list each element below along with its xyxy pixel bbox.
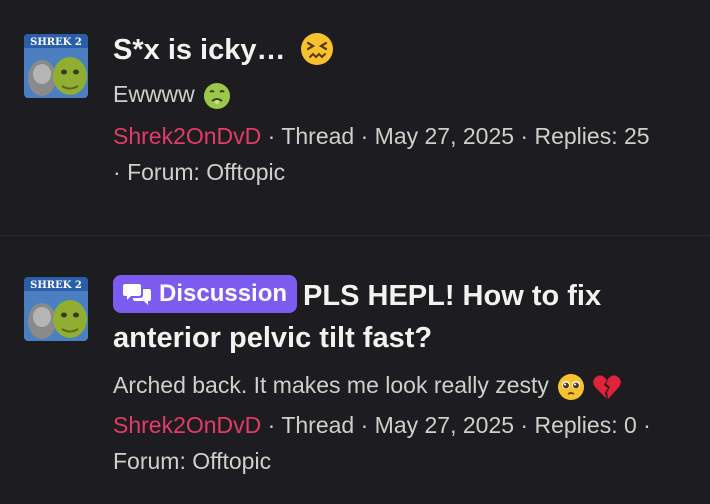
thread-title-text[interactable]: S*x is icky…	[113, 34, 286, 66]
confounded-face-icon	[300, 33, 333, 66]
meta-separator: ·	[360, 123, 369, 149]
reply-count: Replies: 25	[534, 123, 650, 149]
meta-separator: ·	[520, 412, 529, 438]
thread-title[interactable]: Discussion PLS HEPL! How to fix anterior…	[113, 275, 700, 359]
thread-snippet-text: Ewwww	[113, 81, 195, 107]
reply-count: Replies: 0	[534, 412, 637, 438]
meta-separator: ·	[267, 412, 276, 438]
meta-separator: ·	[267, 123, 276, 149]
thread-date: May 27, 2025	[374, 123, 515, 149]
meta-separator: ·	[360, 412, 369, 438]
meta-separator: ·	[643, 412, 651, 438]
meta-separator: ·	[113, 159, 121, 185]
thread-title[interactable]: S*x is icky…	[113, 30, 700, 70]
avatar[interactable]: SHREK 2	[24, 34, 88, 98]
avatar-logo-text: SHREK 2	[30, 280, 82, 291]
forum-link[interactable]: Forum: Offtopic	[127, 159, 285, 185]
chat-bubbles-icon	[123, 284, 151, 306]
author-link[interactable]: Shrek2OnDvD	[113, 412, 261, 438]
forum-link[interactable]: Forum: Offtopic	[113, 448, 271, 474]
thread-snippet: Ewwww	[113, 78, 700, 110]
thread-date: May 27, 2025	[374, 412, 515, 438]
broken-heart-icon	[592, 375, 621, 399]
search-result-item: SHREK 2 Discussion PLS HEPL! How to fix …	[0, 270, 710, 479]
thread-meta: Shrek2OnDvD · Thread · May 27, 2025 · Re…	[113, 118, 700, 190]
avatar-logo-text: SHREK 2	[30, 37, 82, 48]
thread-snippet-text: Arched back. It makes me look really zes…	[113, 372, 549, 398]
discussion-label[interactable]: Discussion	[113, 275, 298, 314]
avatar[interactable]: SHREK 2	[24, 277, 88, 341]
meta-separator: ·	[520, 123, 529, 149]
author-link[interactable]: Shrek2OnDvD	[113, 123, 261, 149]
thread-meta: Shrek2OnDvD · Thread · May 27, 2025 · Re…	[113, 407, 700, 479]
discussion-label-text: Discussion	[159, 280, 288, 308]
thread-type: Thread	[281, 412, 355, 438]
thread-type: Thread	[281, 123, 355, 149]
search-result-item: SHREK 2 S*x is icky… Ewwww Shrek2OnDvD ·…	[0, 0, 710, 236]
pleading-face-icon	[558, 373, 585, 400]
nauseated-face-icon	[204, 82, 231, 109]
thread-snippet: Arched back. It makes me look really zes…	[113, 369, 700, 401]
